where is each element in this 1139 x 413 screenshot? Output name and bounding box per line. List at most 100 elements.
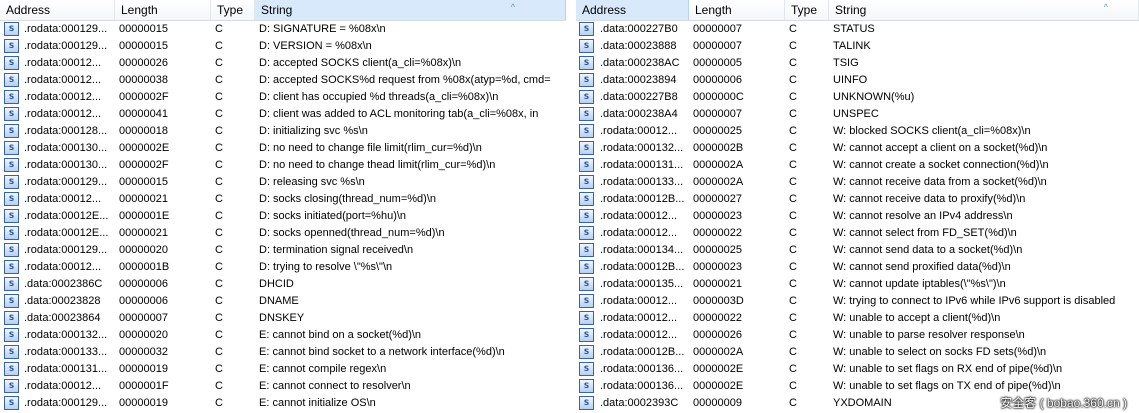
length-cell: 0000002A (693, 346, 744, 358)
column-header-address[interactable]: Address (576, 0, 689, 20)
column-header-type[interactable]: Type (211, 0, 255, 20)
table-row[interactable]: s .rodata:00012B... 00000027 C W: cannot rec… (576, 191, 1139, 208)
table-row[interactable]: s .rodata:000129... 00000015 C D: releasing … (0, 174, 566, 191)
table-row[interactable]: s .rodata:00012... 00000021 C D: socks closi… (0, 191, 566, 208)
length-cell: 00000041 (119, 108, 168, 120)
table-row[interactable]: s .data:0002386C 00000006 C DHCID (0, 276, 566, 293)
length-cell: 00000020 (119, 244, 168, 256)
table-row[interactable]: s .rodata:00012... 0000002F C D: client has … (0, 89, 566, 106)
type-cell: C (215, 108, 223, 120)
table-row[interactable]: s .rodata:000129... 00000019 C E: cannot ini… (0, 395, 566, 412)
table-row[interactable]: s .rodata:000129... 00000020 C D: terminatio… (0, 242, 566, 259)
table-row[interactable]: s .data:00023888 00000007 C TALINK (576, 38, 1139, 55)
address-cell: .rodata:000130... (24, 142, 108, 154)
length-cell: 00000019 (119, 397, 168, 409)
table-row[interactable]: s .rodata:000132... 00000020 C E: cannot bin… (0, 327, 566, 344)
column-header-length[interactable]: Length (689, 0, 785, 20)
type-cell: C (789, 57, 797, 69)
table-row[interactable]: s .rodata:00012... 00000041 C D: client was … (0, 106, 566, 123)
table-row[interactable]: s .rodata:000129... 00000015 C D: SIGNATURE … (0, 21, 566, 38)
string-entry-icon: s (4, 362, 19, 376)
table-row[interactable]: s .rodata:00012E... 0000001E C D: socks init… (0, 208, 566, 225)
column-header-address[interactable]: Address (0, 0, 115, 20)
address-cell: .rodata:000132... (600, 142, 684, 154)
address-cell: .rodata:00012B... (600, 193, 685, 205)
length-cell: 00000023 (693, 210, 742, 222)
table-row[interactable]: s .rodata:00012... 00000023 C W: cannot reso… (576, 208, 1139, 225)
string-cell: W: blocked SOCKS client(a_cli=%08x)\n (833, 125, 1031, 137)
table-row[interactable]: s .rodata:00012E... 00000021 C D: socks open… (0, 225, 566, 242)
table-row[interactable]: s .rodata:00012... 00000022 C W: cannot sele… (576, 225, 1139, 242)
table-row[interactable]: s .rodata:000131... 0000002A C W: cannot cre… (576, 157, 1139, 174)
string-cell: DNSKEY (259, 312, 305, 324)
strings-list-left[interactable]: Address Length Type String ^ s .rodata:00… (0, 0, 566, 413)
string-cell: E: cannot compile regex\n (259, 363, 387, 375)
address-cell: .data:0002393C (600, 397, 679, 409)
table-row[interactable]: s .rodata:00012B... 0000002A C W: unable to … (576, 344, 1139, 361)
column-header-string[interactable]: String ^ (255, 0, 566, 20)
length-cell: 00000006 (119, 278, 168, 290)
strings-rows-left: s .rodata:000129... 00000015 C D: SIGNATURE … (0, 21, 566, 412)
column-header-length[interactable]: Length (115, 0, 211, 20)
address-cell: .rodata:000129... (24, 176, 108, 188)
address-cell: .rodata:000135... (600, 278, 684, 290)
string-entry-icon: s (4, 107, 19, 121)
string-cell: D: socks openned(thread_num=%d)\n (259, 227, 445, 239)
string-entry-icon: s (579, 192, 594, 206)
type-cell: C (215, 397, 223, 409)
table-row[interactable]: s .rodata:000131... 00000019 C E: cannot com… (0, 361, 566, 378)
type-cell: C (789, 363, 797, 375)
string-entry-icon: s (4, 328, 19, 342)
length-cell: 0000002A (693, 159, 744, 171)
length-cell: 0000002A (693, 176, 744, 188)
table-row[interactable]: s .data:000227B8 0000000C C UNKNOWN(%u) (576, 89, 1139, 106)
string-entry-icon: s (4, 175, 19, 189)
table-row[interactable]: s .rodata:00012... 0000001B C D: trying to r… (0, 259, 566, 276)
string-cell: E: cannot initialize OS\n (259, 397, 376, 409)
address-cell: .rodata:000133... (24, 346, 108, 358)
table-row[interactable]: s .rodata:00012... 00000038 C D: accepted SO… (0, 72, 566, 89)
table-row[interactable]: s .rodata:000132... 0000002B C W: cannot acc… (576, 140, 1139, 157)
table-row[interactable]: s .data:000238AC 00000005 C TSIG (576, 55, 1139, 72)
string-entry-icon: s (4, 209, 19, 223)
type-cell: C (789, 108, 797, 120)
table-row[interactable]: s .data:000227B0 00000007 C STATUS (576, 21, 1139, 38)
string-entry-icon: s (4, 39, 19, 53)
strings-list-right[interactable]: Address Length Type String ^ s .data:0002… (576, 0, 1139, 413)
column-header-string[interactable]: String ^ (829, 0, 1139, 20)
type-cell: C (215, 40, 223, 52)
table-row[interactable]: s .rodata:00012... 0000003D C W: trying to c… (576, 293, 1139, 310)
table-row[interactable]: s .rodata:00012... 00000025 C W: blocked SOC… (576, 123, 1139, 140)
table-row[interactable]: s .rodata:000134... 00000025 C W: cannot sen… (576, 242, 1139, 259)
type-cell: C (215, 312, 223, 324)
string-cell: D: trying to resolve \"%s\"\n (259, 261, 393, 273)
address-cell: .rodata:00012... (600, 227, 678, 239)
column-header-type[interactable]: Type (785, 0, 829, 20)
table-row[interactable]: s .rodata:000136... 0000002E C W: unable to … (576, 378, 1139, 395)
table-row[interactable]: s .rodata:000136... 0000002E C W: unable to … (576, 361, 1139, 378)
type-cell: C (789, 278, 797, 290)
table-row[interactable]: s .rodata:000133... 0000002A C W: cannot rec… (576, 174, 1139, 191)
table-row[interactable]: s .rodata:000129... 00000015 C D: VERSION = … (0, 38, 566, 55)
table-row[interactable]: s .rodata:00012... 00000026 C D: accepted SO… (0, 55, 566, 72)
string-cell: W: cannot send proxified data(%d)\n (833, 261, 1011, 273)
table-row[interactable]: s .rodata:000130... 0000002E C D: no need to… (0, 140, 566, 157)
table-row[interactable]: s .data:00023894 00000006 C UINFO (576, 72, 1139, 89)
table-row[interactable]: s .data:000238A4 00000007 C UNSPEC (576, 106, 1139, 123)
string-cell: W: cannot select from FD_SET(%d)\n (833, 227, 1017, 239)
table-row[interactable]: s .rodata:00012... 00000026 C W: unable to p… (576, 327, 1139, 344)
column-header-string-label: String (835, 3, 867, 17)
table-row[interactable]: s .data:00023828 00000006 C DNAME (0, 293, 566, 310)
table-row[interactable]: s .rodata:00012... 0000001F C E: cannot conn… (0, 378, 566, 395)
type-cell: C (789, 125, 797, 137)
table-row[interactable]: s .rodata:000133... 00000032 C E: cannot bin… (0, 344, 566, 361)
table-row[interactable]: s .rodata:000135... 00000021 C W: cannot upd… (576, 276, 1139, 293)
table-row[interactable]: s .rodata:000130... 0000002F C D: no need to… (0, 157, 566, 174)
column-header-bar: Address Length Type String ^ (576, 0, 1139, 21)
table-row[interactable]: s .data:00023864 00000007 C DNSKEY (0, 310, 566, 327)
address-cell: .rodata:000134... (600, 244, 684, 256)
address-cell: .rodata:000129... (24, 397, 108, 409)
table-row[interactable]: s .rodata:00012... 00000022 C W: unable to a… (576, 310, 1139, 327)
table-row[interactable]: s .rodata:00012B... 00000023 C W: cannot sen… (576, 259, 1139, 276)
table-row[interactable]: s .rodata:000128... 00000018 C D: initializi… (0, 123, 566, 140)
